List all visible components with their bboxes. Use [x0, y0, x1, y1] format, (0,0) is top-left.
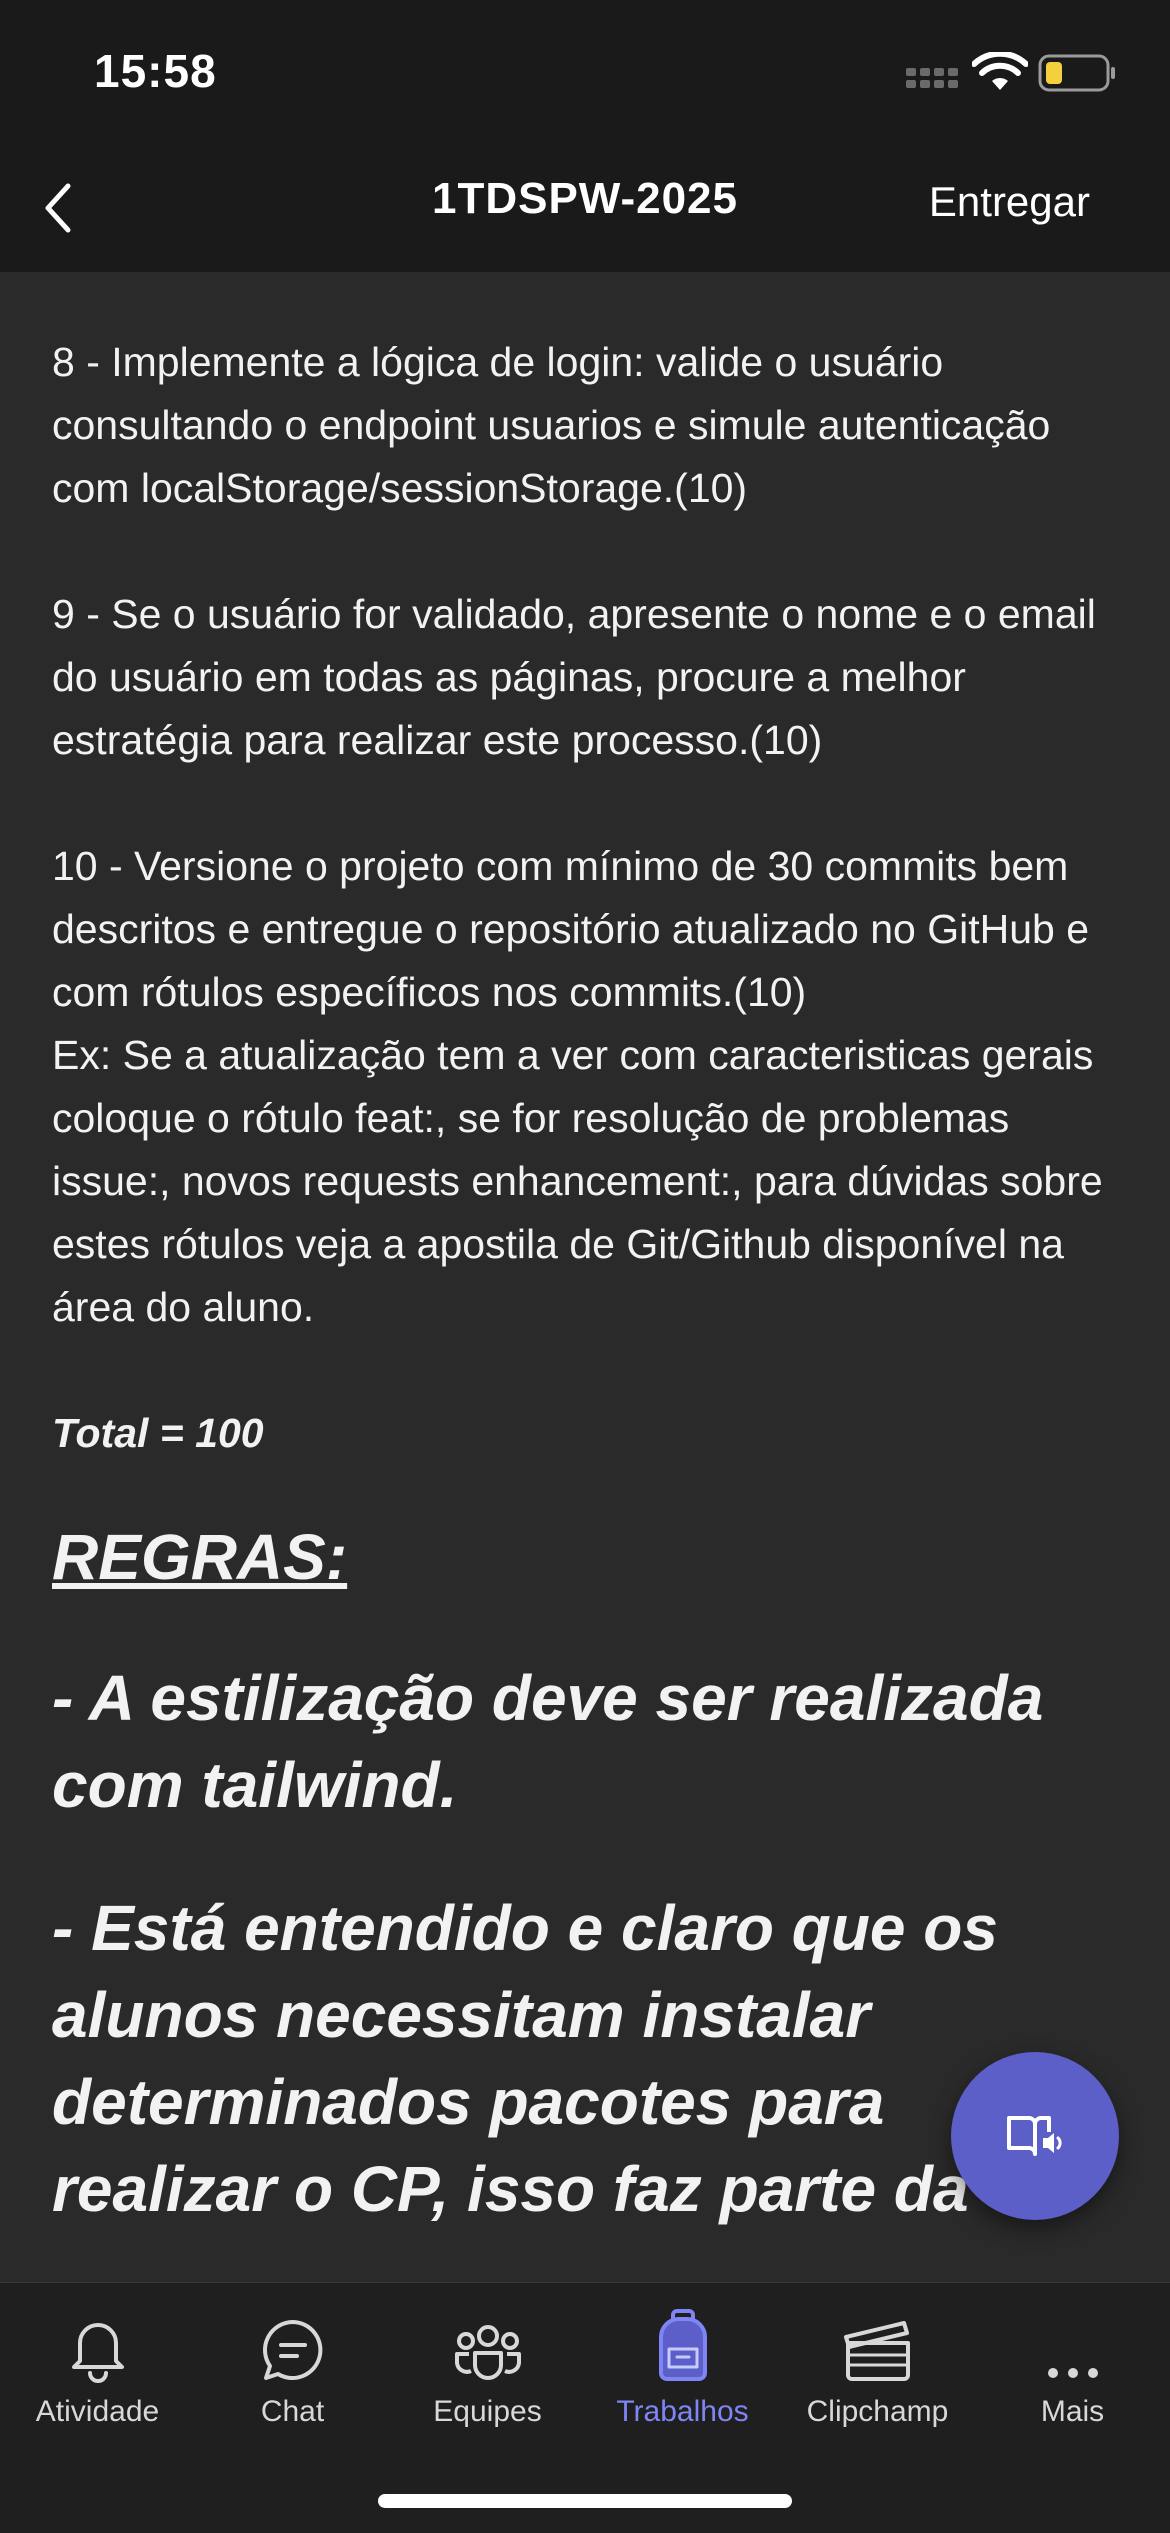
tab-label: Mais — [1040, 2395, 1105, 2428]
rules-heading: REGRAS: — [52, 1521, 348, 1593]
instruction-item-8: 8 - Implemente a lógica de login: valide… — [52, 339, 1051, 511]
battery-icon — [1038, 54, 1115, 92]
tab-label: Equipes — [433, 2395, 542, 2428]
tab-chat[interactable]: Chat — [195, 2303, 390, 2453]
instruction-item-9: 9 - Se o usuário for validado, apresente… — [52, 591, 1096, 763]
wifi-icon — [972, 52, 1028, 90]
cellular-signal-icon — [906, 68, 958, 88]
tab-clipchamp[interactable]: Clipchamp — [780, 2303, 975, 2453]
tab-label: Chat — [260, 2395, 325, 2428]
more-icon — [1047, 2368, 1098, 2378]
clipchamp-icon — [843, 2321, 910, 2381]
status-bar: 15:58 — [0, 0, 1170, 140]
instruction-example: Ex: Se a atualização tem a ver com carac… — [52, 1032, 1103, 1330]
tab-mais[interactable]: Mais — [975, 2303, 1170, 2453]
submit-button[interactable]: Entregar — [929, 178, 1090, 226]
tab-trabalhos[interactable]: Trabalhos — [585, 2303, 780, 2453]
status-time: 15:58 — [94, 45, 217, 97]
chat-icon — [262, 2320, 322, 2380]
backpack-icon — [658, 2309, 707, 2381]
total-points: Total = 100 — [52, 1410, 264, 1456]
immersive-reader-icon — [1007, 2116, 1062, 2156]
bell-icon — [71, 2323, 124, 2383]
tab-label: Clipchamp — [806, 2395, 949, 2428]
tab-atividade[interactable]: Atividade — [0, 2303, 195, 2453]
teams-icon — [454, 2325, 521, 2380]
tab-label: Atividade — [35, 2395, 160, 2428]
immersive-reader-button[interactable] — [951, 2052, 1119, 2220]
instruction-item-10: 10 - Versione o projeto com mínimo de 30… — [52, 843, 1090, 1015]
home-indicator[interactable] — [378, 2494, 792, 2508]
navigation-bar: 1TDSPW-2025 Entregar — [0, 140, 1170, 272]
rule-item: - Está entendido e claro que os alunos n… — [52, 1892, 998, 2225]
assignment-content[interactable]: 8 - Implemente a lógica de login: valide… — [52, 272, 1122, 2260]
tab-equipes[interactable]: Equipes — [390, 2303, 585, 2453]
tab-label: Trabalhos — [616, 2395, 749, 2428]
rule-item: - A estilização deve ser realizada com t… — [52, 1662, 1044, 1821]
